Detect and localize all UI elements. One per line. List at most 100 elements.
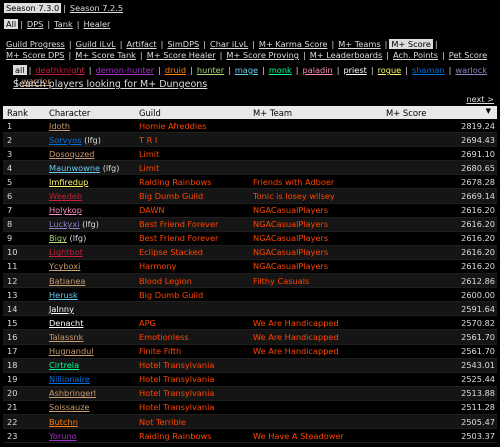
guild-cell[interactable]: Hotel Transylvania xyxy=(135,400,249,415)
nav-link[interactable]: M+ Teams xyxy=(336,39,382,49)
role-link-dps[interactable]: DPS xyxy=(25,19,45,29)
season-link[interactable]: Season 7.2.5 xyxy=(68,3,125,13)
nav-link[interactable]: SimDPS xyxy=(165,39,201,49)
team-cell[interactable]: Tonic is losey wilsey xyxy=(249,188,382,204)
nav-link[interactable]: Pet Score xyxy=(447,50,489,60)
character-link[interactable]: Imfiredup xyxy=(49,177,88,187)
class-filter-demon-hunter[interactable]: demon-hunter xyxy=(94,65,157,75)
character-link[interactable]: Holykop xyxy=(49,205,82,215)
class-filter-all[interactable]: all xyxy=(13,65,27,75)
team-cell[interactable]: NGACasualPlayers xyxy=(249,259,382,275)
guild-cell[interactable]: Emotionless xyxy=(135,329,249,345)
team-cell[interactable]: NGACasualPlayers xyxy=(249,203,382,218)
team-cell[interactable] xyxy=(249,301,382,317)
team-cell[interactable] xyxy=(249,287,382,303)
character-link[interactable]: Dosoquzed xyxy=(49,149,95,159)
next-page-link[interactable]: next > xyxy=(466,94,494,105)
nav-link[interactable]: M+ Score Healer xyxy=(145,50,218,60)
class-filter-druid[interactable]: druid xyxy=(163,65,188,75)
nav-link[interactable]: M+ Karma Score xyxy=(257,39,330,49)
team-cell[interactable]: We Have A Steadower xyxy=(249,428,382,444)
guild-cell[interactable]: Hotel Transylvania xyxy=(135,386,249,401)
team-cell[interactable] xyxy=(249,160,382,176)
nav-link[interactable]: M+ Leaderboards xyxy=(308,50,385,60)
class-filter-rogue[interactable]: rogue xyxy=(376,65,404,75)
guild-cell[interactable]: T R I xyxy=(135,132,249,148)
guild-cell[interactable]: Homie Afreddies xyxy=(135,119,249,134)
team-cell[interactable] xyxy=(249,132,382,148)
class-filter-shaman[interactable]: shaman xyxy=(410,65,447,75)
team-cell[interactable] xyxy=(249,146,382,162)
class-filter-warlock[interactable]: warlock xyxy=(453,65,489,75)
role-link-healer[interactable]: Healer xyxy=(82,19,113,29)
guild-cell[interactable]: Harmony xyxy=(135,259,249,275)
team-cell[interactable]: We Are Handicapped xyxy=(249,344,382,359)
character-link[interactable]: Jalnny xyxy=(49,304,74,314)
guild-cell[interactable]: Eclipse Stacked xyxy=(135,245,249,260)
guild-cell[interactable]: Blood Legion xyxy=(135,273,249,289)
team-cell[interactable]: Friends with Adboer xyxy=(249,174,382,190)
team-cell[interactable]: NGACasualPlayers xyxy=(249,217,382,232)
guild-cell[interactable]: Hotel Transylvania xyxy=(135,358,249,373)
nav-link[interactable]: Guild Progress xyxy=(4,39,67,49)
class-filter-hunter[interactable]: hunter xyxy=(195,65,226,75)
character-link[interactable]: Ashbringerl xyxy=(49,388,96,398)
class-filter-paladin[interactable]: paladin xyxy=(301,65,335,75)
character-link[interactable]: Talassnk xyxy=(49,332,83,342)
team-cell[interactable]: We Are Handicapped xyxy=(249,329,382,345)
class-filter-deathknight[interactable]: deathknight xyxy=(33,65,86,75)
team-cell[interactable]: Filthy Casuals xyxy=(249,273,382,289)
team-cell[interactable] xyxy=(249,372,382,387)
guild-cell[interactable]: Raiding Rainbows xyxy=(135,174,249,190)
guild-cell[interactable]: DAWN xyxy=(135,203,249,218)
guild-cell[interactable]: Best Friend Forever xyxy=(135,217,249,232)
character-link[interactable]: Denacht xyxy=(49,318,83,328)
team-cell[interactable] xyxy=(249,386,382,401)
character-link[interactable]: Hugnandul xyxy=(49,346,94,356)
character-link[interactable]: Yoruno xyxy=(49,431,77,441)
guild-cell[interactable]: Limit xyxy=(135,146,249,162)
search-lfg-link[interactable]: Search players looking for M+ Dungeons xyxy=(13,79,207,91)
team-cell[interactable]: We Are Handicapped xyxy=(249,315,382,331)
guild-cell[interactable]: APG xyxy=(135,315,249,331)
nav-link[interactable]: Char iLvL xyxy=(208,39,250,49)
character-link[interactable]: Weedeb xyxy=(49,191,82,201)
guild-cell[interactable]: Big Dumb Guild xyxy=(135,287,249,303)
nav-link[interactable]: M+ Score xyxy=(389,39,433,49)
team-cell[interactable]: NGACasualPlayers xyxy=(249,231,382,246)
role-link-all[interactable]: All xyxy=(4,19,19,29)
character-link[interactable]: Batianea xyxy=(49,276,85,286)
nav-link[interactable]: M+ Score DPS xyxy=(4,50,67,60)
character-link[interactable]: Herusk xyxy=(49,290,78,300)
character-link[interactable]: Butchn xyxy=(49,417,78,427)
role-link-tank[interactable]: Tank xyxy=(52,19,75,29)
guild-cell[interactable]: Hotel Transylvania xyxy=(135,372,249,387)
nav-link[interactable]: Ach. Points xyxy=(391,50,440,60)
character-link[interactable]: Idoth xyxy=(49,121,70,131)
sort-desc-icon[interactable]: ▼ xyxy=(486,107,491,115)
character-link[interactable]: Maunwowne xyxy=(49,163,100,173)
guild-cell[interactable]: Big Dumb Guild xyxy=(135,188,249,204)
character-link[interactable]: Luckyxi xyxy=(49,219,80,229)
guild-cell[interactable]: Finite Fifth xyxy=(135,344,249,359)
nav-link[interactable]: M+ Score Tank xyxy=(73,50,138,60)
character-link[interactable]: Soissauze xyxy=(49,402,90,412)
class-filter-priest[interactable]: priest xyxy=(341,65,368,75)
character-link[interactable]: Sorvyos xyxy=(49,135,82,145)
team-cell[interactable]: NGACasualPlayers xyxy=(249,245,382,260)
character-link[interactable]: Nillionaire xyxy=(49,374,90,384)
character-link[interactable]: Lightbot xyxy=(49,247,83,257)
character-link[interactable]: Ycyboxi xyxy=(49,261,80,271)
team-cell[interactable] xyxy=(249,119,382,134)
nav-link[interactable]: Artifact xyxy=(125,39,159,49)
nav-link[interactable]: M+ Score Proving xyxy=(224,50,301,60)
team-cell[interactable] xyxy=(249,358,382,373)
guild-cell[interactable]: Not Terrible xyxy=(135,414,249,430)
guild-cell[interactable]: Limit xyxy=(135,160,249,176)
team-cell[interactable] xyxy=(249,400,382,415)
col-header-score[interactable]: M+ Score ▼ xyxy=(382,106,497,119)
guild-cell[interactable]: Raiding Rainbows xyxy=(135,428,249,444)
guild-cell[interactable]: Best Friend Forever xyxy=(135,231,249,246)
guild-cell[interactable] xyxy=(135,301,249,317)
character-link[interactable]: Cirtrela xyxy=(49,360,79,370)
